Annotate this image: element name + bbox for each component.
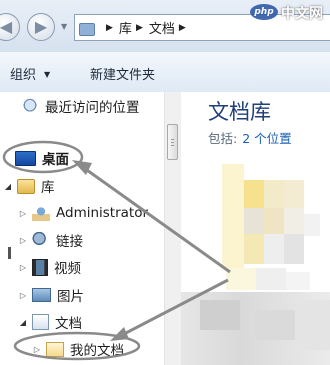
nav-item-recent-places[interactable]: 最近访问的位置 (6, 95, 140, 117)
organize-menu-button[interactable]: 组织 ▼ (10, 64, 50, 83)
chevron-right-icon[interactable]: ▶ (179, 23, 186, 33)
new-folder-button[interactable]: 新建文件夹 (90, 64, 155, 83)
organize-label: 组织 (10, 68, 37, 83)
nav-item-label: 桌面 (42, 152, 69, 168)
picture-icon (32, 288, 51, 302)
includes-label: 包括: (208, 131, 238, 146)
user-folder-icon (32, 205, 50, 221)
recent-places-icon (21, 98, 39, 114)
video-icon (32, 258, 48, 276)
nav-item-videos[interactable]: ▷ 视频 (17, 256, 81, 278)
back-arrow-icon: ◀ (0, 17, 13, 36)
documents-icon (32, 314, 49, 330)
nav-item-my-documents[interactable]: ▷ 我的文档 (31, 338, 124, 360)
nav-item-label: Administrator (56, 205, 149, 221)
chevron-right-icon[interactable]: ▶ (106, 23, 113, 33)
forward-button[interactable]: ▶ (27, 13, 55, 41)
library-title: 文档库 (208, 100, 271, 124)
collapsed-arrow-icon[interactable]: ▷ (17, 209, 29, 218)
my-documents-icon (46, 341, 64, 357)
recent-pages-dropdown-icon[interactable]: ▼ (61, 22, 70, 31)
nav-item-label: 库 (41, 180, 55, 196)
nav-item-label: 视频 (54, 261, 81, 277)
expanded-arrow-icon[interactable]: ◢ (17, 318, 29, 327)
library-icon (17, 178, 35, 194)
nav-item-label: 文档 (55, 316, 82, 332)
chevron-right-icon[interactable]: ▶ (136, 23, 143, 33)
nav-item-label: 最近访问的位置 (45, 100, 140, 116)
breadcrumb-item-library[interactable]: 库 (119, 18, 132, 37)
splitter-handle[interactable] (8, 247, 11, 259)
nav-item-links[interactable]: ▷ 链接 (17, 229, 83, 251)
scrollbar-thumb[interactable] (167, 124, 178, 160)
nav-item-pictures[interactable]: ▷ 图片 (17, 284, 84, 306)
collapsed-arrow-icon[interactable]: ▷ (31, 345, 43, 354)
watermark-logo: php (250, 4, 278, 20)
breadcrumb-item-documents[interactable]: 文档 (149, 18, 175, 37)
back-button[interactable]: ◀ (0, 13, 20, 41)
collapsed-arrow-icon[interactable]: ▷ (17, 236, 29, 245)
links-icon (32, 232, 50, 248)
expanded-arrow-icon[interactable]: ◢ (2, 182, 14, 191)
nav-item-desktop[interactable]: 桌面 (0, 147, 69, 169)
library-includes: 包括: 2 个位置 (208, 128, 292, 147)
locations-link[interactable]: 2 个位置 (242, 131, 291, 146)
watermark-text: 中文网 (281, 6, 323, 22)
command-bar: 组织 ▼ 新建文件夹 (0, 52, 330, 93)
nav-item-documents[interactable]: ◢ 文档 (17, 311, 82, 333)
nav-item-label: 链接 (56, 234, 83, 250)
chevron-down-icon: ▼ (44, 70, 51, 79)
collapsed-arrow-icon[interactable]: ▷ (17, 291, 29, 300)
collapsed-arrow-icon[interactable]: ▷ (17, 263, 29, 272)
nav-item-label: 图片 (57, 289, 84, 305)
nav-item-library[interactable]: ◢ 库 (2, 175, 55, 197)
desktop-icon (15, 150, 36, 166)
forward-arrow-icon: ▶ (34, 17, 48, 36)
folder-icon (79, 21, 96, 36)
nav-item-label: 我的文档 (70, 343, 124, 359)
nav-item-administrator[interactable]: ▷ Administrator (17, 202, 148, 224)
